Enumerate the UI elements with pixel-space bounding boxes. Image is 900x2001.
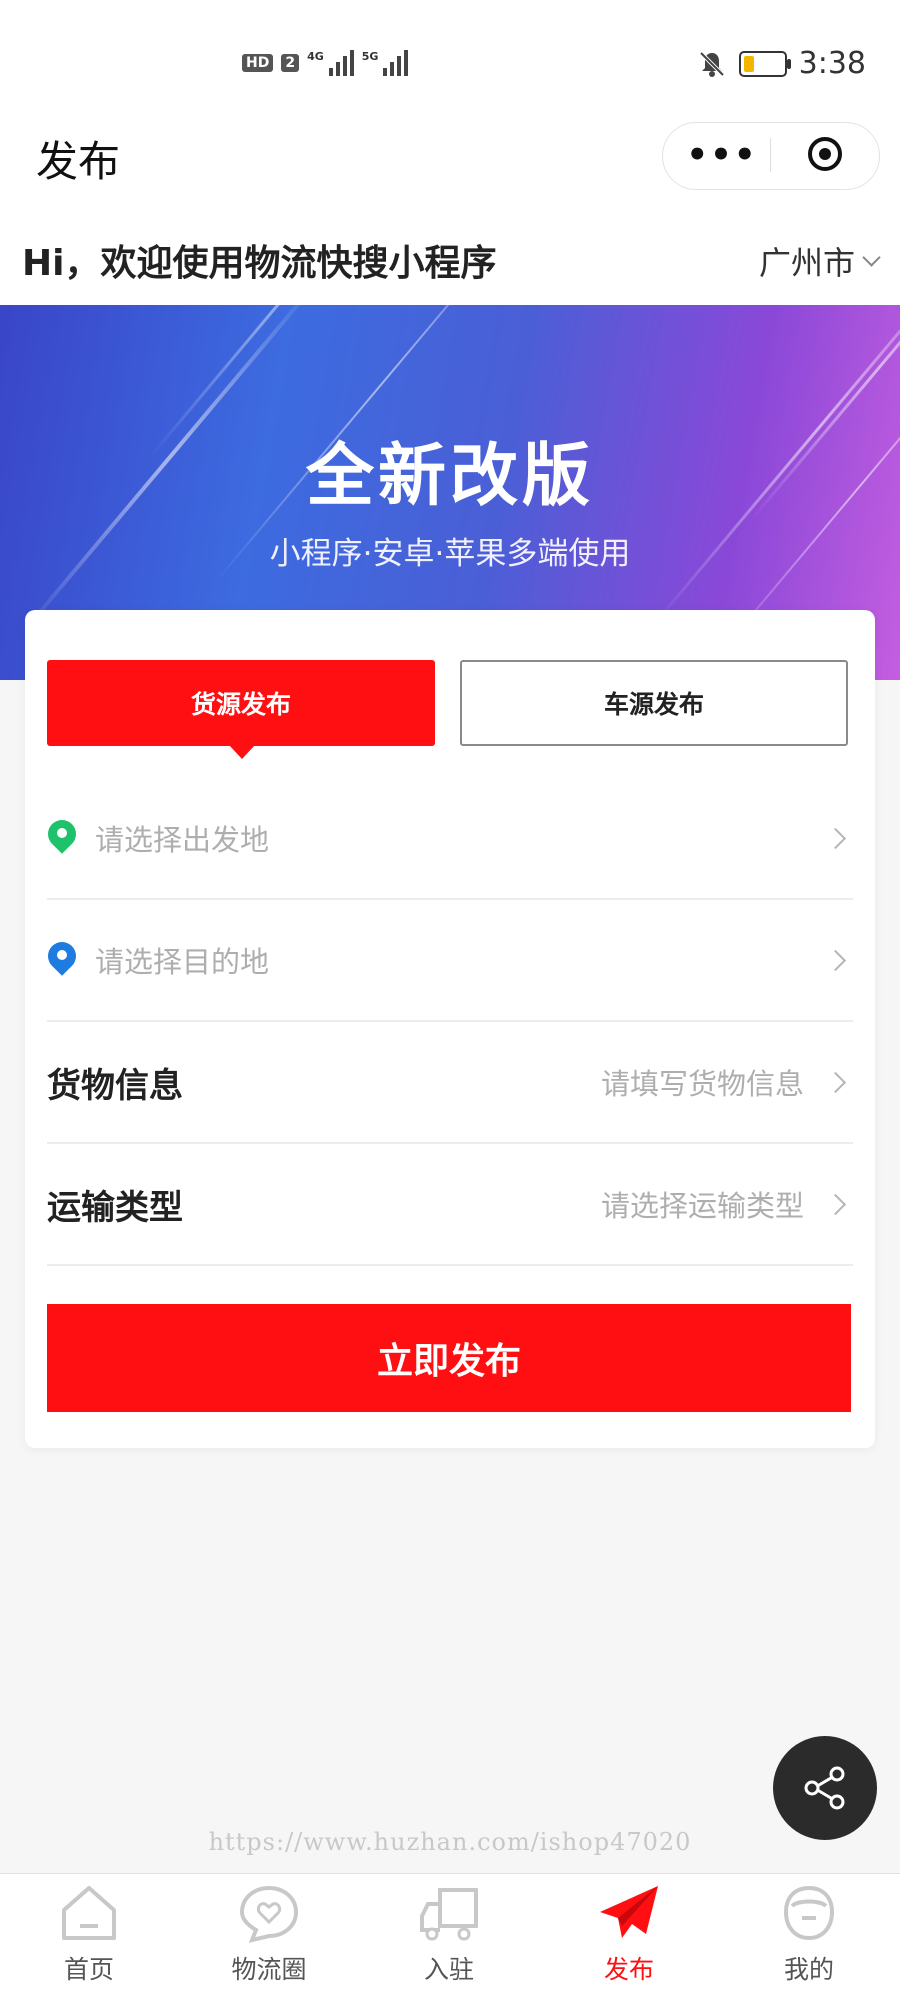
chevron-right-icon bbox=[824, 1193, 847, 1215]
tab-logistics-circle[interactable]: 物流圈 bbox=[209, 1882, 329, 2000]
hd-badge: HD bbox=[242, 54, 274, 72]
capsule-divider bbox=[770, 138, 771, 172]
status-left: HD 2 4G 5G bbox=[242, 50, 409, 76]
location-pin-icon bbox=[42, 936, 82, 978]
tab-truck-publish[interactable]: 车源发布 bbox=[460, 660, 848, 746]
signal-icon-2: 5G bbox=[362, 50, 409, 76]
destination-placeholder: 请选择目的地 bbox=[95, 945, 270, 979]
banner-title: 全新改版 bbox=[305, 437, 594, 516]
tab-publish[interactable]: 发布 bbox=[569, 1882, 689, 2000]
city-selector[interactable]: 广州市 bbox=[758, 238, 881, 284]
destination-row[interactable]: 请选择目的地 bbox=[42, 900, 853, 1022]
publish-now-button[interactable]: 立即发布 bbox=[47, 1304, 851, 1412]
signal-icon-1: 4G bbox=[307, 50, 354, 76]
watermark-text: https://www.huzhan.com/ishop47020 bbox=[208, 1828, 692, 1856]
cargo-info-placeholder: 请填写货物信息 bbox=[600, 1067, 804, 1101]
tab-cargo-publish[interactable]: 货源发布 bbox=[47, 660, 435, 746]
tab-publish-label: 发布 bbox=[603, 1955, 654, 1984]
chevron-down-icon bbox=[862, 247, 881, 267]
share-icon bbox=[804, 1766, 845, 1810]
tab-logistics-label: 物流圈 bbox=[231, 1955, 307, 1984]
more-button[interactable]: ••• bbox=[686, 133, 758, 177]
tab-home[interactable]: 首页 bbox=[29, 1882, 149, 2000]
transport-type-placeholder: 请选择运输类型 bbox=[600, 1189, 804, 1223]
status-right: 3:38 bbox=[697, 46, 866, 81]
welcome-text: Hi，欢迎使用物流快搜小程序 bbox=[22, 243, 497, 284]
origin-placeholder: 请选择出发地 bbox=[95, 823, 270, 857]
page-title: 发布 bbox=[36, 137, 121, 186]
active-tab-indicator bbox=[229, 745, 255, 759]
cargo-info-label: 货物信息 bbox=[47, 1065, 183, 1106]
tab-join-label: 入驻 bbox=[423, 1955, 474, 1984]
banner-subtitle: 小程序·安卓·苹果多端使用 bbox=[269, 536, 631, 572]
close-target-icon[interactable] bbox=[808, 137, 842, 171]
sim-badge: 2 bbox=[281, 54, 300, 72]
paper-plane-icon bbox=[600, 1886, 658, 1938]
clock: 3:38 bbox=[798, 46, 866, 81]
tab-mine[interactable]: 我的 bbox=[749, 1882, 869, 2000]
chevron-right-icon bbox=[824, 827, 847, 849]
transport-type-row[interactable]: 运输类型 请选择运输类型 bbox=[47, 1144, 853, 1266]
share-button[interactable] bbox=[773, 1736, 877, 1840]
user-face-icon bbox=[783, 1885, 835, 1941]
tab-mine-label: 我的 bbox=[783, 1955, 834, 1984]
bell-muted-icon bbox=[699, 51, 725, 77]
truck-icon bbox=[420, 1888, 478, 1941]
tab-join[interactable]: 入驻 bbox=[389, 1882, 509, 2000]
chevron-right-icon bbox=[824, 1071, 847, 1093]
origin-row[interactable]: 请选择出发地 bbox=[42, 778, 853, 900]
transport-type-label: 运输类型 bbox=[47, 1187, 183, 1228]
city-label: 广州市 bbox=[758, 244, 855, 282]
cargo-info-row[interactable]: 货物信息 请填写货物信息 bbox=[47, 1022, 853, 1144]
chevron-right-icon bbox=[824, 949, 847, 971]
heart-chat-icon bbox=[239, 1885, 299, 1943]
home-icon bbox=[62, 1886, 116, 1940]
battery-icon bbox=[738, 50, 791, 77]
tab-home-label: 首页 bbox=[63, 1955, 114, 1984]
location-pin-icon bbox=[42, 814, 82, 856]
